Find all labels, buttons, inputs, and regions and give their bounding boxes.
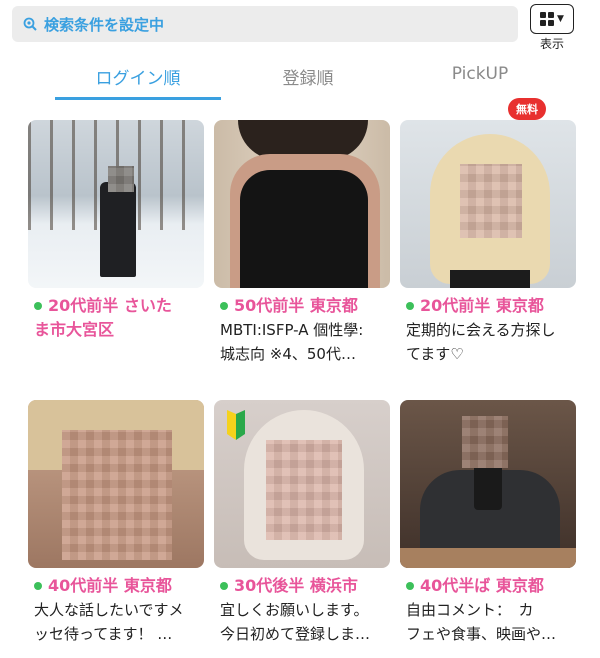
face-mosaic [62,430,172,560]
table [400,548,576,568]
age-area-label: 40代半ば 東京都 [420,576,544,595]
profile-card[interactable]: 50代前半 東京都 MBTI:ISFP-A 個性學: 城志向 ※4、50代… [214,120,390,366]
search-condition-label: 検索条件を設定中 [44,15,165,34]
free-badge: 無料 [508,98,546,120]
online-dot [406,301,414,310]
face-mosaic [462,416,508,468]
age-area-label: 30代後半 横浜市 [234,576,358,595]
tab-label: PickUP [451,64,509,84]
person-figure [100,182,136,277]
grid-icon [540,12,555,26]
online-dot [34,581,42,590]
profile-photo [400,120,576,288]
profile-comment: MBTI:ISFP-A 個性學: [220,321,364,339]
online-dot [220,301,228,310]
profile-comment: 大人な話したいですメ [34,601,184,619]
profile-photo [400,400,576,568]
profile-photo [28,400,204,568]
profile-card[interactable]: 40代前半 東京都 大人な話したいですメ ッセ待ってます！ … [28,400,204,646]
top [450,270,530,288]
top-bar: 検索条件を設定中 ▼ 表示 [0,0,600,52]
profile-photo [214,120,390,288]
search-condition-button[interactable]: 検索条件を設定中 [12,6,518,42]
profile-photo [28,120,204,288]
profile-comment: 宜しくお願いします。 [220,601,369,619]
tab-login-order[interactable]: ログイン順 [55,64,221,100]
profile-comment-cont: てます♡ [406,345,464,363]
profile-card[interactable]: 20代前半 さいた ま市大宮区 [28,120,204,342]
online-dot [34,301,42,310]
profile-photo [214,400,390,568]
profile-comment: 自由コメント： カ [406,601,534,619]
tab-registration-order[interactable]: 登録順 [248,64,368,89]
profile-comment-cont: フェや食事、映画や… [406,625,557,643]
caret-down-icon: ▼ [557,14,564,24]
age-area-label: 20代前半 東京都 [420,296,544,315]
online-dot [220,581,228,590]
profile-comment: 定期的に会える方探し [406,321,556,339]
age-area-label: 40代前半 東京都 [48,576,172,595]
smartphone [474,462,502,510]
profile-card[interactable]: 40代半ば 東京都 自由コメント： カ フェや食事、映画や… [400,400,576,646]
tab-label: ログイン順 [95,69,181,89]
search-settings-icon [22,16,38,32]
profile-comment-cont: 城志向 ※4、50代… [220,345,356,363]
view-toggle-button[interactable]: ▼ 表示 [530,4,574,51]
profile-comment-cont: 今日初めて登録しま… [220,625,371,643]
profile-comment-cont: ッセ待ってます！ … [34,625,173,643]
beginner-mark-icon [227,410,245,440]
profile-card[interactable]: 20代前半 東京都 定期的に会える方探し てます♡ [400,120,576,366]
black-top [240,170,368,288]
online-dot [406,581,414,590]
profile-card[interactable]: 30代後半 横浜市 宜しくお願いします。 今日初めて登録しま… [214,400,390,646]
face-mosaic [108,166,134,192]
age-area-label-cont: ま市大宮区 [34,320,115,339]
face-mosaic [266,440,342,540]
sort-tabs: ログイン順 登録順 PickUP 無料 [0,52,600,120]
view-toggle-label: 表示 [539,37,564,51]
face-mosaic [460,164,522,238]
tab-label: 登録順 [282,69,334,89]
tab-pickup[interactable]: PickUP [420,64,540,84]
age-area-label: 20代前半 さいた [48,296,172,315]
age-area-label: 50代前半 東京都 [234,296,358,315]
active-tab-indicator [55,97,221,100]
